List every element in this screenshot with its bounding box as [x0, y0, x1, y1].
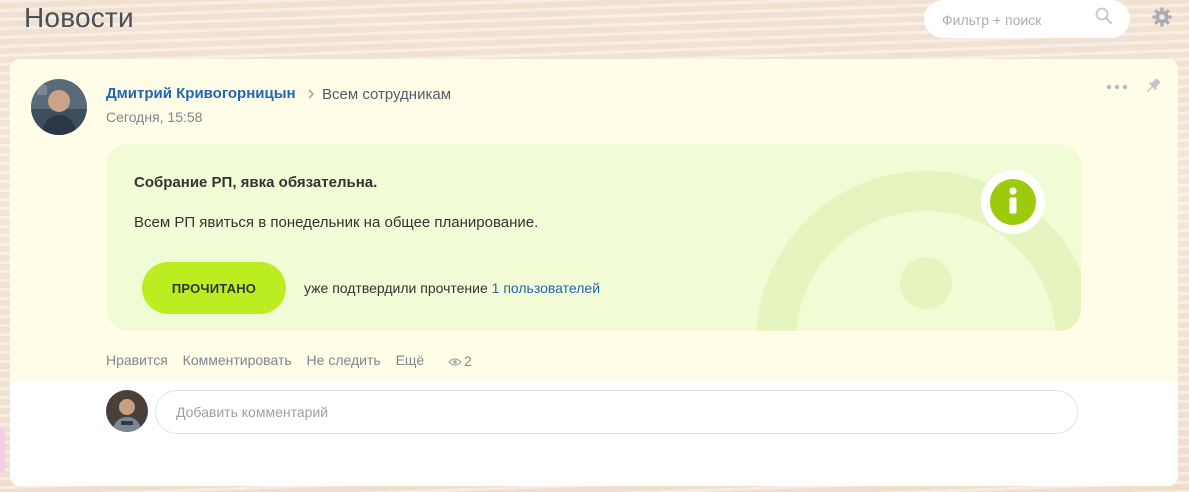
read-confirmation: уже подтвердили прочтение 1 пользователе…: [304, 280, 600, 296]
current-user-avatar[interactable]: [106, 390, 148, 432]
readers-link[interactable]: 1 пользователей: [492, 280, 600, 296]
confirm-text: уже подтвердили прочтение: [304, 280, 488, 296]
post-actions: Нравится Комментировать Не следить Ещё: [106, 352, 435, 368]
more-actions-button[interactable]: Ещё: [396, 352, 425, 368]
important-notice: Собрание РП, явка обязательна. Всем РП я…: [106, 144, 1081, 331]
search-input[interactable]: [940, 9, 1094, 31]
post-card: Дмитрий Кривогорницын Всем сотрудникам С…: [10, 59, 1178, 486]
author-avatar[interactable]: [31, 79, 87, 135]
notice-title: Собрание РП, явка обязательна.: [134, 174, 378, 191]
read-button[interactable]: ПРОЧИТАНО: [142, 262, 286, 314]
chevron-right-icon: [308, 89, 315, 99]
notice-body: Всем РП явиться в понедельник на общее п…: [134, 214, 539, 231]
side-strip: [0, 428, 5, 473]
comment-button[interactable]: Комментировать: [183, 352, 292, 368]
info-icon: [981, 170, 1045, 234]
author-name-link[interactable]: Дмитрий Кривогорницын: [106, 85, 296, 102]
views-count: 2: [464, 353, 472, 369]
gear-icon[interactable]: [1151, 6, 1173, 28]
page-title: Новости: [24, 2, 134, 33]
post-time[interactable]: Сегодня, 15:58: [106, 109, 202, 125]
comment-input[interactable]: [155, 390, 1078, 434]
unfollow-button[interactable]: Не следить: [307, 352, 381, 368]
like-button[interactable]: Нравится: [106, 352, 168, 368]
pin-icon[interactable]: [1144, 77, 1162, 95]
eye-icon: [448, 358, 462, 366]
views-counter: 2: [448, 353, 472, 369]
search-box[interactable]: [924, 0, 1130, 38]
search-icon[interactable]: [1094, 6, 1114, 26]
recipient-label[interactable]: Всем сотрудникам: [322, 86, 451, 103]
more-icon[interactable]: [1106, 83, 1128, 91]
